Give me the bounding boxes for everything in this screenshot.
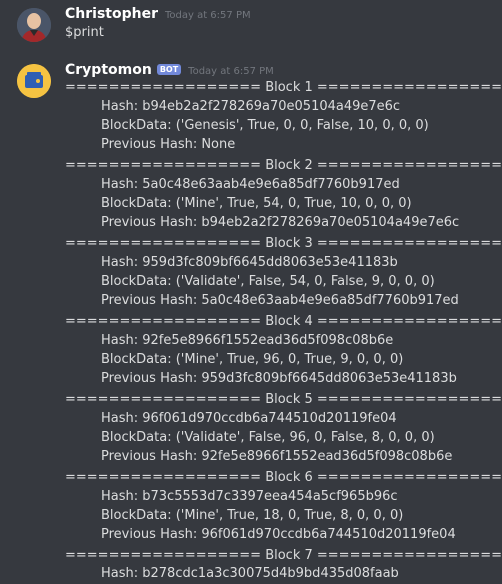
block-data: BlockData: ('Validate', False, 54, 0, Fa… bbox=[101, 274, 435, 289]
block-prev-hash: Previous Hash: b94eb2a2f278269a70e05104a… bbox=[101, 215, 460, 230]
block-hash: Hash: 959d3fc809bf6645dd8063e53e41183b bbox=[101, 255, 398, 270]
block-prev-hash: Previous Hash: 959d3fc809bf6645dd8063e53… bbox=[101, 371, 457, 386]
block-prev-hash: Previous Hash: 96f061d970ccdb6a744510d20… bbox=[101, 527, 456, 542]
block-prev-hash: Previous Hash: 5a0c48e63aab4e9e6a85df776… bbox=[101, 293, 459, 308]
block-header: ================== Block 6 =============… bbox=[65, 470, 502, 485]
message-christopher: Christopher Today at 6:57 PM $print bbox=[0, 0, 502, 50]
avatar[interactable] bbox=[17, 64, 51, 98]
block-data: BlockData: ('Mine', True, 54, 0, True, 1… bbox=[101, 196, 412, 211]
block-header: ================== Block 2 =============… bbox=[65, 158, 502, 173]
bot-tag: BOT bbox=[156, 64, 182, 75]
avatar[interactable] bbox=[17, 8, 51, 42]
username[interactable]: Christopher bbox=[65, 6, 158, 22]
block-header: ================== Block 3 =============… bbox=[65, 236, 502, 251]
block-data: BlockData: ('Mine', True, 96, 0, True, 9… bbox=[101, 352, 404, 367]
block-hash: Hash: b94eb2a2f278269a70e05104a49e7e6c bbox=[101, 99, 401, 114]
block-data: BlockData: ('Genesis', True, 0, 0, False… bbox=[101, 118, 429, 133]
bot-avatar-icon bbox=[17, 64, 51, 98]
block-data: BlockData: ('Validate', False, 96, 0, Fa… bbox=[101, 430, 435, 445]
block-hash: Hash: b73c5553d7c3397eea454a5cf965b96c bbox=[101, 489, 398, 504]
message-cryptomon: Cryptomon BOT Today at 6:57 PM =========… bbox=[0, 58, 502, 581]
username[interactable]: Cryptomon bbox=[65, 62, 152, 78]
block-hash: Hash: 92fe5e8966f1552ead36d5f098c08b6e bbox=[101, 333, 394, 348]
block-header: ================== Block 4 =============… bbox=[65, 314, 502, 329]
block-header: ================== Block 5 =============… bbox=[65, 392, 502, 407]
block-hash: Hash: b278cdc1a3c30075d4b9bd435d08faab bbox=[101, 566, 399, 581]
block-hash: Hash: 5a0c48e63aab4e9e6a85df7760b917ed bbox=[101, 177, 400, 192]
timestamp: Today at 6:57 PM bbox=[164, 10, 251, 21]
block-prev-hash: Previous Hash: None bbox=[101, 137, 236, 152]
block-data: BlockData: ('Mine', True, 18, 0, True, 8… bbox=[101, 508, 404, 523]
block-hash: Hash: 96f061d970ccdb6a744510d20119fe04 bbox=[101, 411, 397, 426]
block-header: ================== Block 1 =============… bbox=[65, 80, 502, 95]
block-prev-hash: Previous Hash: 92fe5e8966f1552ead36d5f09… bbox=[101, 449, 453, 464]
user-avatar-icon bbox=[17, 8, 51, 42]
message-content: $print bbox=[65, 25, 104, 40]
timestamp: Today at 6:57 PM bbox=[188, 66, 274, 77]
block-header: ================== Block 7 =============… bbox=[65, 548, 502, 563]
